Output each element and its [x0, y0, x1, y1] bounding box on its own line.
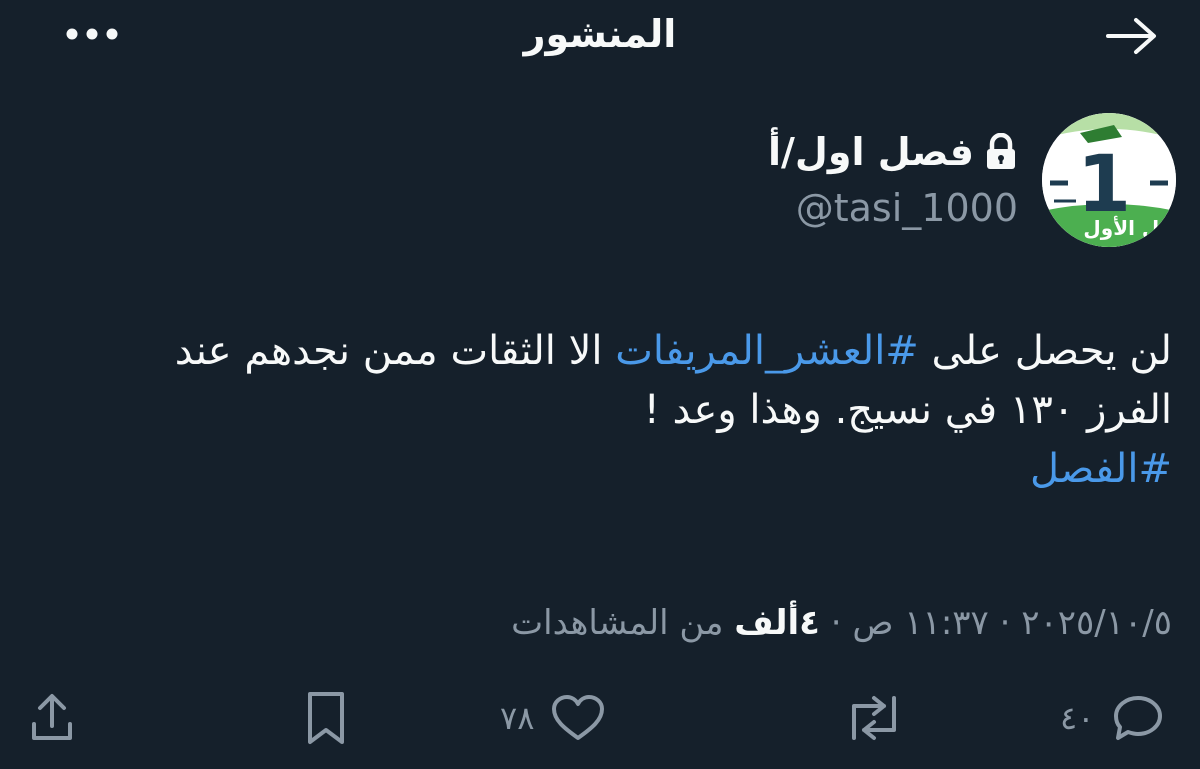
tweet-date: ٢٠٢٥/١٠/٥	[1021, 603, 1172, 643]
tweet-text: لن يحصل على #العشر_المريفات الا الثقات م…	[22, 322, 1172, 499]
tweet-line: الفرز ١٣٠ في نسيج. وهذا وعد !	[643, 387, 1172, 433]
top-bar: المنشور	[0, 0, 1200, 80]
like-count: ٧٨	[500, 699, 535, 737]
lock-icon	[987, 133, 1015, 169]
page-title: المنشور	[523, 12, 677, 56]
meta-separator: ·	[988, 603, 1022, 643]
like-button[interactable]: ٧٨	[500, 690, 606, 746]
views-label: من المشاهدات	[511, 603, 735, 643]
tweet-time: ١١:٣٧ ص	[852, 603, 989, 643]
display-name-text: فصل اول/أ	[768, 130, 974, 174]
share-button[interactable]	[28, 690, 76, 746]
reply-button[interactable]: ٤٠	[1060, 690, 1166, 746]
tweet-text-segment: لن يحصل على	[918, 328, 1172, 374]
tweet-line: #الفصل	[22, 440, 1172, 499]
author-handle[interactable]: @tasi_1000	[796, 182, 1018, 234]
bookmark-button[interactable]	[304, 690, 348, 746]
meta-separator: ·	[819, 603, 853, 643]
author-display-name[interactable]: فصل اول/أ	[768, 124, 1018, 180]
hashtag-link[interactable]: #الفصل	[1030, 446, 1172, 492]
retweet-button[interactable]	[844, 690, 904, 746]
action-bar: ٤٠ ٧٨	[0, 680, 1200, 760]
views-count: ٤ألف	[734, 603, 820, 643]
reply-count: ٤٠	[1060, 699, 1095, 737]
more-dots-icon	[66, 28, 118, 40]
bookmark-icon	[308, 692, 344, 744]
more-options-button[interactable]	[56, 12, 128, 56]
svg-text:فصل الأول: فصل الأول	[1083, 215, 1176, 240]
tweet-text-segment: الا الثقات ممن نجدهم عند	[174, 328, 616, 374]
hashtag-link[interactable]: #العشر_المريفات	[615, 328, 919, 374]
avatar[interactable]: 1 فصل الأول	[1042, 113, 1176, 247]
avatar-image: 1 فصل الأول	[1042, 113, 1176, 247]
reply-icon	[1114, 696, 1163, 740]
retweet-icon	[852, 696, 896, 740]
share-icon	[32, 694, 72, 740]
heart-icon	[552, 695, 605, 740]
tweet-line: لن يحصل على #العشر_المريفات الا الثقات م…	[22, 322, 1172, 381]
tweet-meta: ٢٠٢٥/١٠/٥ · ١١:٣٧ ص · ٤ألف من المشاهدات	[511, 598, 1172, 648]
